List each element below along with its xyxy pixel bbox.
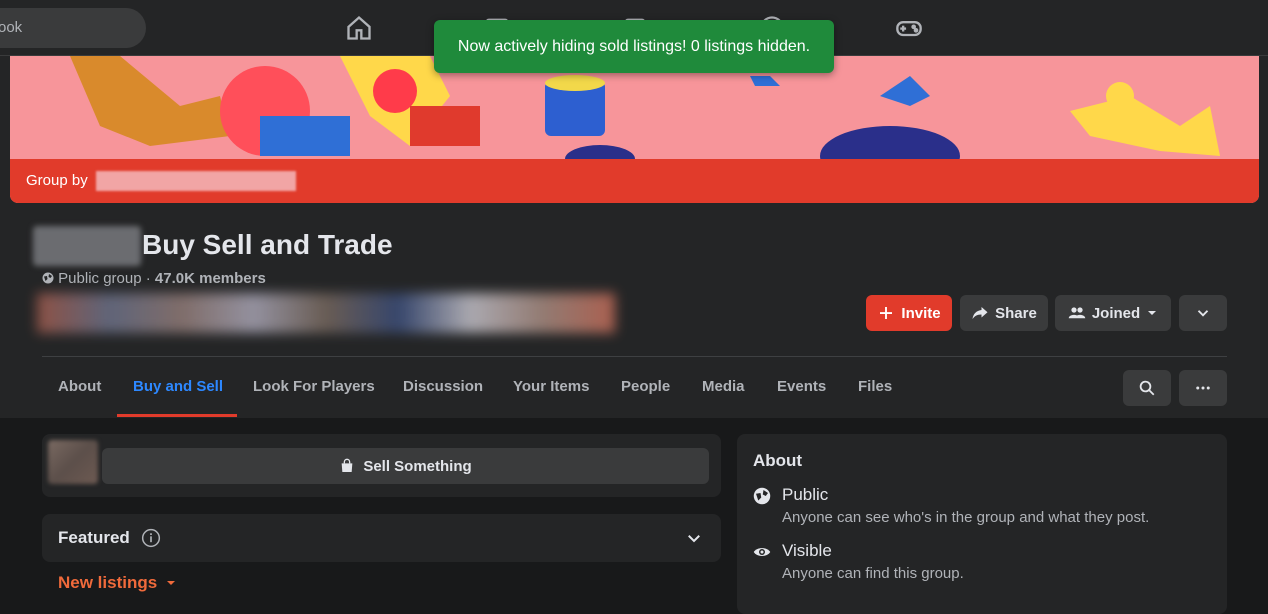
- sell-something-label: Sell Something: [363, 457, 472, 475]
- group-meta: Public group · 47.0K members: [42, 270, 266, 287]
- gaming-icon[interactable]: [895, 14, 923, 42]
- caret-down-icon: [167, 581, 176, 585]
- joined-button[interactable]: Joined: [1055, 295, 1171, 331]
- new-listings-label: New listings: [58, 573, 158, 592]
- more-options-dropdown-button[interactable]: [1179, 295, 1227, 331]
- about-public-label: Public: [782, 485, 829, 504]
- caret-down-icon: [1148, 311, 1157, 315]
- eye-icon: [753, 543, 771, 561]
- chevron-down-icon: [1197, 310, 1209, 317]
- share-button[interactable]: Share: [960, 295, 1048, 331]
- home-icon[interactable]: [345, 14, 373, 42]
- about-public-desc: Anyone can see who's in the group and wh…: [782, 509, 1150, 526]
- plus-icon: [880, 307, 893, 319]
- group-header: Group by Buy Sell and Trade Public group…: [0, 56, 1268, 418]
- cover-group-by-bar: Group by: [10, 159, 1259, 203]
- shopping-bag-icon: [341, 458, 353, 472]
- sell-something-button[interactable]: Sell Something: [102, 448, 709, 484]
- tab-media[interactable]: Media: [702, 356, 745, 418]
- members-icon: [1068, 307, 1086, 319]
- share-icon: [972, 307, 988, 319]
- tab-people[interactable]: People: [621, 356, 670, 418]
- joined-label: Joined: [1091, 304, 1141, 322]
- member-count[interactable]: 47.0K members: [155, 270, 266, 287]
- member-avatars[interactable]: [37, 293, 615, 333]
- info-icon[interactable]: [141, 528, 161, 548]
- group-more-button[interactable]: [1179, 370, 1227, 406]
- tab-look-for-players[interactable]: Look For Players: [253, 356, 375, 418]
- cover-photo: Group by: [10, 56, 1259, 203]
- meta-separator: ·: [145, 270, 155, 287]
- tab-your-items[interactable]: Your Items: [513, 356, 589, 418]
- tab-files[interactable]: Files: [858, 356, 892, 418]
- search-input[interactable]: ook: [0, 8, 146, 48]
- group-search-button[interactable]: [1123, 370, 1171, 406]
- tab-discussion[interactable]: Discussion: [403, 356, 483, 418]
- search-icon: [1139, 380, 1155, 396]
- about-visible-label: Visible: [782, 541, 832, 560]
- ellipsis-icon: [1196, 386, 1210, 390]
- featured-title: Featured: [58, 528, 130, 547]
- sold-listings-toast: Now actively hiding sold listings! 0 lis…: [434, 20, 834, 73]
- about-visible-desc: Anyone can find this group.: [782, 565, 964, 582]
- featured-section[interactable]: Featured: [42, 514, 721, 562]
- about-title: About: [753, 451, 803, 470]
- chevron-down-icon[interactable]: [685, 529, 703, 547]
- invite-button[interactable]: Invite: [866, 295, 952, 331]
- new-listings-filter[interactable]: New listings: [58, 573, 177, 593]
- sell-something-card: Sell Something: [42, 434, 721, 497]
- tab-about[interactable]: About: [58, 356, 101, 418]
- group-by-label: Group by: [26, 172, 88, 189]
- tab-buy-and-sell[interactable]: Buy and Sell: [133, 356, 223, 418]
- invite-label: Invite: [901, 304, 941, 322]
- avatar[interactable]: [48, 440, 98, 484]
- tab-events[interactable]: Events: [777, 356, 826, 418]
- about-card: About Public Anyone can see who's in the…: [737, 434, 1227, 614]
- globe-icon: [42, 270, 58, 287]
- globe-icon: [753, 487, 771, 505]
- redacted-owner: [95, 171, 296, 192]
- active-tab-indicator: [117, 414, 237, 417]
- share-label: Share: [995, 304, 1037, 322]
- group-privacy: Public group: [58, 270, 142, 287]
- group-title: Buy Sell and Trade: [142, 229, 393, 260]
- redacted-title-prefix: [33, 226, 141, 266]
